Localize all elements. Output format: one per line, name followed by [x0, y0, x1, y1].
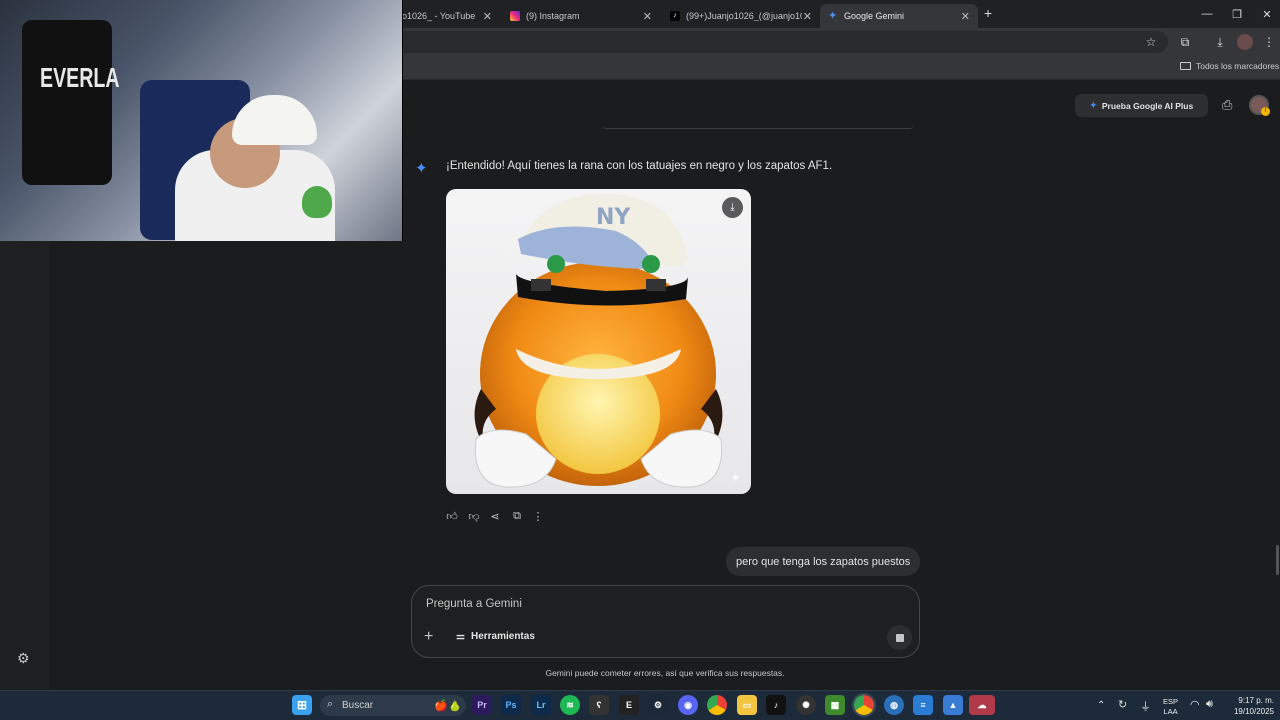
folder-icon — [1180, 62, 1191, 70]
download-icon[interactable]: ⤓ — [1212, 34, 1228, 50]
thumbs-down-icon[interactable]: 👎︎ — [467, 509, 481, 523]
disclaimer: Gemini puede cometer errores, así que ve… — [545, 668, 785, 678]
warning-badge-icon: ! — [1261, 107, 1270, 116]
profile-avatar[interactable] — [1237, 34, 1253, 50]
tab-youtube[interactable]: jo1026_ - YouTube ✕ — [392, 4, 500, 28]
more-options-icon[interactable]: ⋮ — [531, 509, 545, 523]
model-response-text: ¡Entendido! Aquí tienes la rana con los … — [446, 160, 833, 172]
gemini-spark-icon: ✦ — [415, 160, 428, 177]
gemini-star-icon: ✦ — [828, 10, 838, 22]
close-window-button[interactable]: ✕ — [1252, 0, 1280, 28]
sync-icon[interactable]: ↻ — [1118, 698, 1127, 711]
punching-bag — [22, 20, 112, 185]
scrollbar-thumb[interactable] — [1276, 545, 1279, 575]
menu-kebab-icon[interactable]: ⋮ — [1261, 34, 1277, 50]
chrome-active-icon[interactable] — [852, 693, 876, 717]
tab-tiktok[interactable]: ♪ (99+)Juanjo1026_(@juanjo102 ✕ — [662, 4, 820, 28]
volume-icon[interactable]: 🔊︎ — [1206, 698, 1213, 711]
user-message-bubble: pero que tenga los zapatos puestos — [726, 547, 921, 576]
tab-title: (9) Instagram — [526, 11, 580, 21]
user-message-text: pero que tenga los zapatos puestos — [736, 555, 911, 568]
download-image-icon[interactable]: ⤓ — [722, 197, 743, 218]
tiktok-icon: ♪ — [670, 11, 680, 21]
app-icon-bear[interactable]: ʕ — [589, 695, 609, 715]
clock[interactable]: 9:17 p. m. 19/10/2025 — [1224, 695, 1274, 717]
prompt-box — [411, 585, 920, 658]
stop-square-icon — [895, 633, 904, 642]
shelf-items — [190, 30, 250, 70]
close-icon[interactable]: ✕ — [483, 10, 492, 23]
epic-games-icon[interactable]: E — [619, 695, 639, 715]
language-indicator[interactable]: ESP LAA — [1163, 697, 1178, 717]
previous-message-edge — [603, 126, 913, 129]
language-label: ESP — [1163, 697, 1179, 706]
temporary-chat-icon[interactable]: ⎙ — [1222, 97, 1232, 113]
user-avatar[interactable]: ! — [1249, 95, 1270, 116]
premiere-icon[interactable]: Pr — [472, 695, 492, 715]
minimize-button[interactable]: — — [1192, 0, 1222, 28]
keyboard-label: LAA — [1163, 707, 1178, 716]
search-label: Buscar — [342, 700, 374, 711]
tab-title: Google Gemini — [844, 11, 905, 21]
tab-gemini[interactable]: ✦ Google Gemini ✕ — [820, 4, 978, 28]
discord-icon[interactable]: ◉ — [678, 695, 698, 715]
generated-image[interactable]: NY ⤓ ✦ — [446, 189, 751, 494]
close-icon[interactable]: ✕ — [803, 10, 812, 23]
add-plus-icon[interactable]: + — [424, 628, 433, 646]
bag-brand-text: EVERLA — [40, 62, 120, 93]
time: 9:17 p. m. — [1238, 696, 1274, 705]
date: 19/10/2025 — [1233, 707, 1274, 716]
tools-label: Herramientas — [470, 631, 535, 642]
openai-icon[interactable]: ✺ — [796, 695, 816, 715]
tools-button[interactable]: ⚌ Herramientas — [456, 631, 535, 642]
extensions-icon[interactable]: ⧉ — [1177, 34, 1193, 50]
tray-chevron-icon[interactable]: ⌃ — [1097, 700, 1105, 711]
share-icon[interactable]: ⋖ — [488, 509, 502, 523]
copy-icon[interactable]: ⧉ — [510, 509, 524, 523]
active-app-icon[interactable]: ☁ — [969, 695, 995, 715]
promo-label: Prueba Google AI Plus — [1101, 100, 1194, 111]
minecraft-icon[interactable]: ▦ — [825, 695, 845, 715]
gemini-star-icon: ✦ — [1089, 100, 1097, 110]
tiktok-taskbar-icon[interactable]: ♪ — [766, 695, 786, 715]
chrome-icon[interactable] — [707, 695, 727, 715]
steam-icon[interactable]: ⚙ — [648, 695, 668, 715]
file-explorer-icon[interactable]: ▭ — [737, 695, 757, 715]
photos-icon[interactable]: ▲ — [943, 695, 963, 715]
lightroom-icon[interactable]: Lr — [531, 695, 551, 715]
promo-button[interactable]: ✦ Prueba Google AI Plus — [1075, 94, 1208, 117]
fruit-widget-icon: 🍎🍐 — [434, 699, 462, 712]
close-icon[interactable]: ✕ — [961, 10, 970, 23]
frog-illustration: NY — [474, 194, 723, 488]
windows-start-icon[interactable]: ⊞ — [292, 695, 312, 715]
tab-title: jo1026_ - YouTube — [400, 11, 476, 21]
webcam-overlay: EVERLA — [0, 0, 403, 241]
spotify-icon[interactable]: ≋ — [560, 695, 580, 715]
stop-button[interactable] — [887, 625, 912, 650]
tab-instagram[interactable]: (9) Instagram ✕ — [502, 4, 660, 28]
sparkle-watermark-icon: ✦ — [730, 470, 741, 485]
tab-title: (99+)Juanjo1026_(@juanjo102 — [686, 11, 802, 21]
notepad-icon[interactable]: ≡ — [913, 695, 933, 715]
settings-gear-icon[interactable]: ⚙ — [17, 650, 30, 667]
wifi-icon[interactable]: ◠ — [1190, 698, 1200, 711]
instagram-icon — [510, 11, 520, 21]
search-icon: ⌕ — [327, 698, 334, 710]
frog-figure — [302, 186, 332, 218]
restore-button[interactable]: ❐ — [1222, 0, 1252, 28]
thumbs-up-icon[interactable]: 👍︎ — [445, 509, 459, 523]
prompt-input[interactable]: Pregunta a Gemini — [426, 598, 896, 610]
photoshop-icon[interactable]: Ps — [501, 695, 521, 715]
bookmarks-label: Todos los marcadores — [1196, 61, 1280, 71]
new-tab-button[interactable]: + — [984, 5, 992, 21]
microphone-icon[interactable]: ⏚ — [1140, 698, 1151, 714]
all-bookmarks[interactable]: Todos los marcadores — [1180, 61, 1279, 71]
globe-app-icon[interactable]: ◍ — [884, 695, 904, 715]
taskbar — [0, 690, 1280, 720]
close-icon[interactable]: ✕ — [643, 10, 652, 23]
bookmark-star-icon[interactable]: ☆ — [1143, 34, 1159, 50]
cap-logo: NY — [596, 205, 631, 230]
tools-sliders-icon: ⚌ — [456, 631, 465, 642]
